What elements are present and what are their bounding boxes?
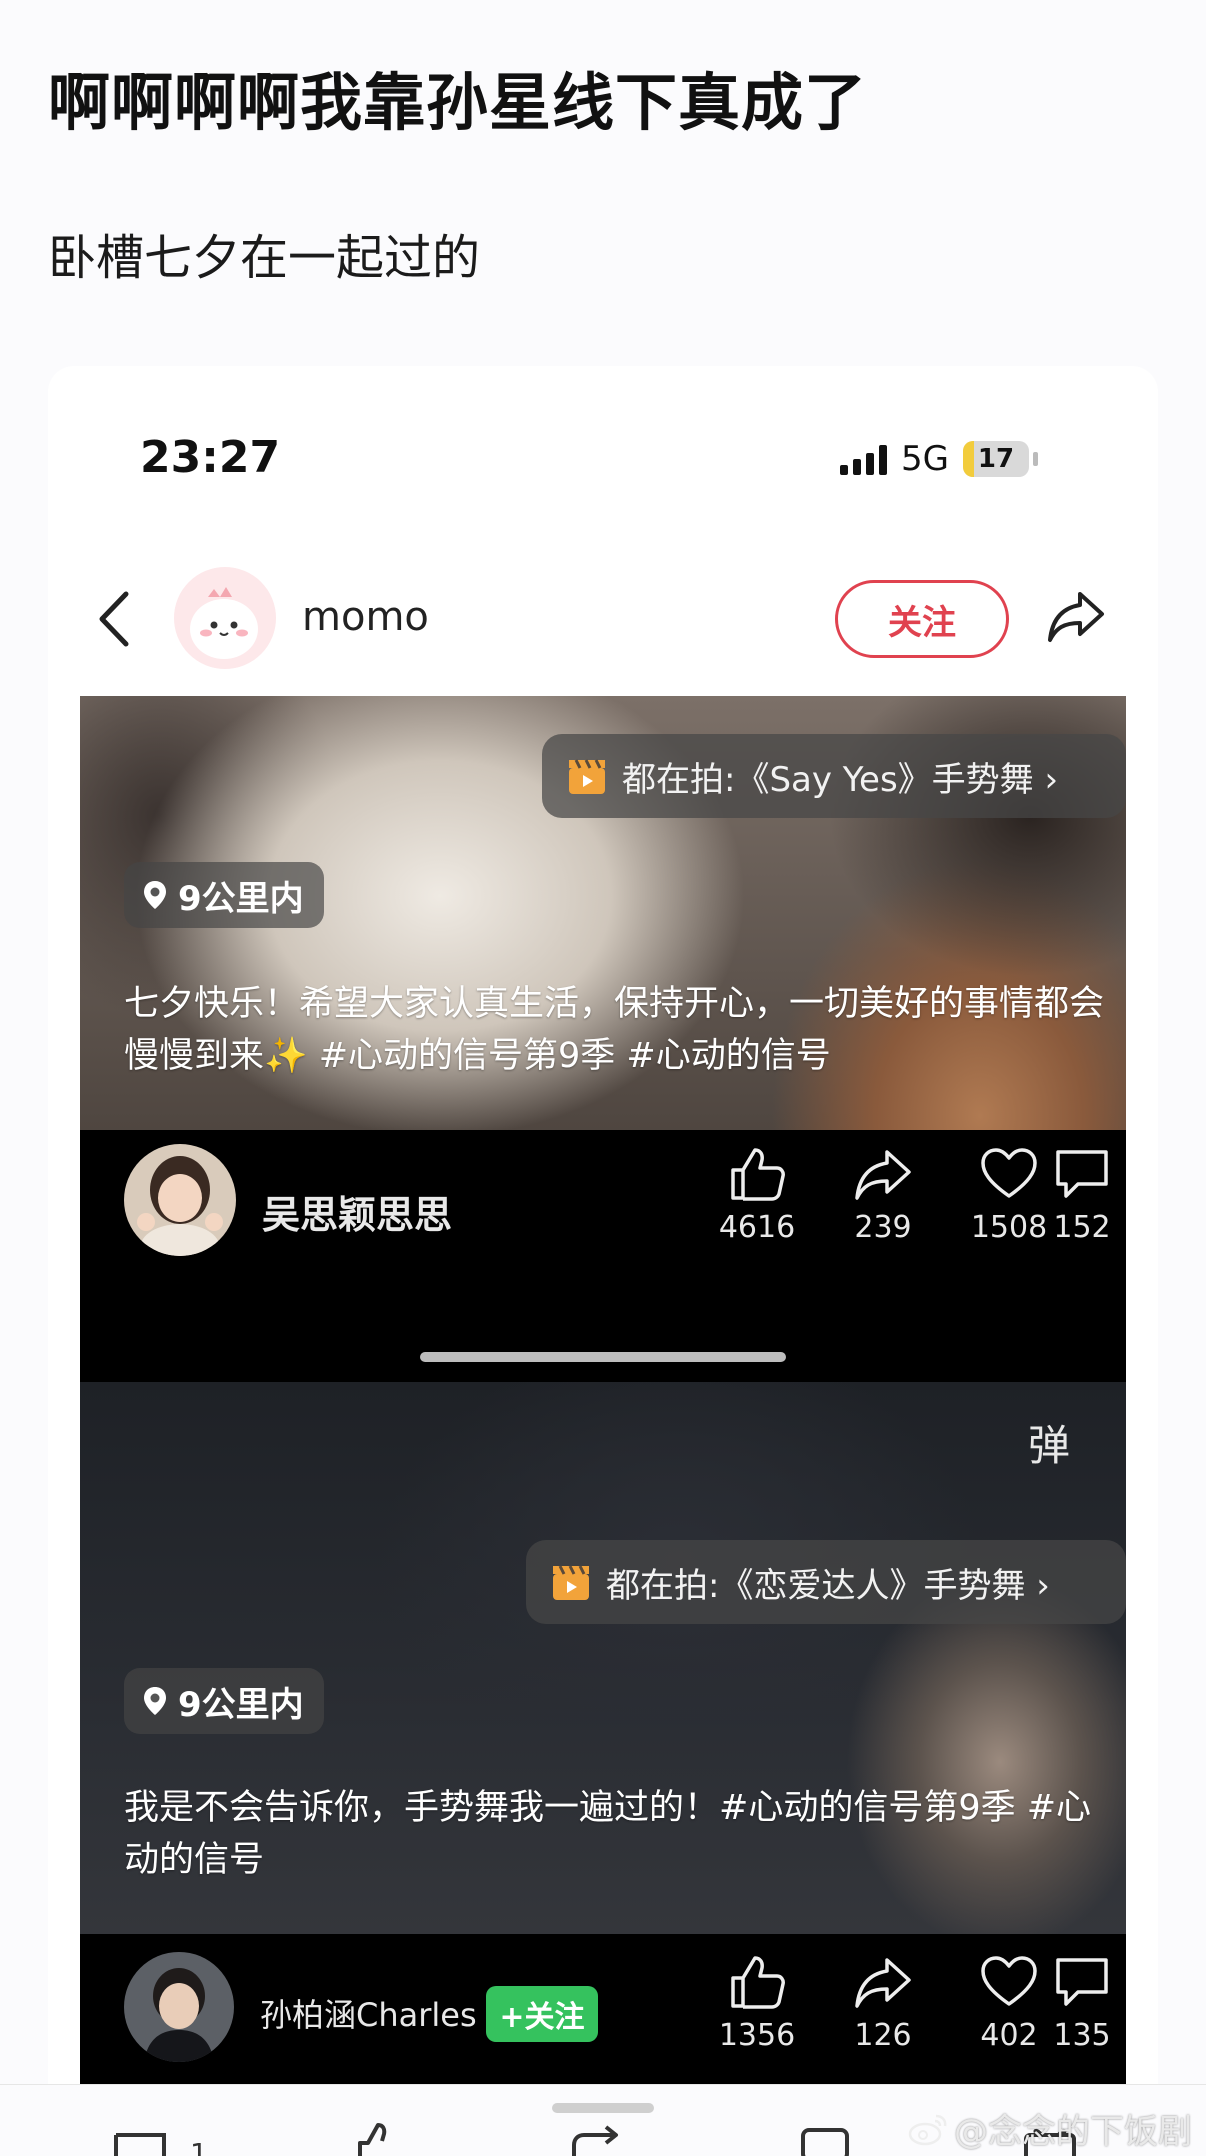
creator-name-2[interactable]: 孙柏涵Charles [260, 1990, 477, 2036]
battery-level: 17 [977, 444, 1015, 474]
like-count: 1356 [718, 2018, 796, 2053]
video-footer-2: 孙柏涵Charles +关注 1356 126 402 135 [80, 1934, 1126, 2084]
repost-icon [855, 1958, 911, 2008]
clapper-icon [569, 759, 605, 794]
video-caption-1: 七夕快乐！希望大家认真生活，保持开心，一切美好的事情都会慢慢到来✨ #心动的信号… [124, 984, 1105, 1076]
back-icon[interactable] [92, 586, 142, 652]
heart-icon [981, 1148, 1037, 1198]
status-bar-right: 5G 17 [840, 436, 1038, 482]
video-footer-1: 吴思颖思思 4616 239 1508 152 [80, 1130, 1126, 1382]
username[interactable]: momo [302, 594, 429, 640]
video-1[interactable]: 都在拍:《Say Yes》手势舞 › 9公里内 七夕快乐！希望大家认真生活，保持… [80, 696, 1126, 1130]
watermark-text: @念念的下饭剧 [954, 2112, 1192, 2152]
creator-avatar-1[interactable] [124, 1144, 236, 1256]
heart-icon [981, 1956, 1037, 2006]
comment-count: 152 [1053, 1210, 1111, 1245]
comment-icon [1056, 1958, 1108, 2006]
repost-icon [855, 1150, 911, 1200]
post-body: 卧槽七夕在一起过的 [48, 230, 481, 286]
like-count: 4616 [718, 1210, 796, 1245]
effect-chip-1[interactable]: 都在拍:《Say Yes》手势舞 › [542, 734, 1126, 818]
like-icon [731, 1956, 785, 2009]
danmaku-toggle[interactable]: 弹 [1028, 1412, 1070, 1473]
repost-button-1[interactable]: 239 [828, 1144, 938, 1245]
like-icon[interactable] [350, 2123, 406, 2156]
location-pin-icon [144, 881, 166, 909]
repost-icon[interactable] [568, 2125, 628, 2156]
comment-count-bottom: 1 [190, 2137, 208, 2156]
post-title: 啊啊啊啊我靠孙星线下真成了 [48, 66, 868, 139]
like-button-1[interactable]: 4616 [702, 1144, 812, 1245]
creator-name-1[interactable]: 吴思颖思思 [262, 1184, 452, 1239]
repost-count: 126 [854, 2018, 912, 2053]
comment-icon[interactable] [112, 2131, 168, 2156]
video-2[interactable]: 弹 都在拍:《恋爱达人》手势舞 › 9公里内 我是不会告诉你，手势舞我一遍过的！… [80, 1382, 1126, 1934]
like-button-2[interactable]: 1356 [702, 1952, 812, 2053]
signal-icon [840, 443, 887, 475]
share-icon[interactable] [1044, 584, 1108, 648]
location-chip-1[interactable]: 9公里内 [124, 862, 324, 928]
network-label: 5G [901, 439, 949, 479]
location-pin-icon [144, 1687, 166, 1715]
weibo-icon [908, 2114, 947, 2145]
location-label: 9公里内 [178, 878, 304, 919]
bottom-handle [552, 2103, 654, 2113]
watermark: @念念的下饭剧 [908, 2104, 1192, 2153]
like-icon [731, 1148, 785, 1201]
repost-count: 239 [854, 1210, 912, 1245]
comment-button-2[interactable]: 135 [1034, 1952, 1130, 2053]
favorite-icon[interactable] [800, 2127, 850, 2156]
location-label: 9公里内 [178, 1684, 304, 1725]
repost-button-2[interactable]: 126 [828, 1952, 938, 2053]
location-chip-2[interactable]: 9公里内 [124, 1668, 324, 1734]
effect-chip-label: 都在拍:《Say Yes》手势舞 › [622, 759, 1059, 800]
battery-icon: 17 [962, 441, 1029, 477]
comment-icon [1056, 1150, 1108, 1198]
clapper-icon [553, 1565, 589, 1600]
follow-button[interactable]: 关注 [835, 580, 1009, 658]
creator-avatar-2[interactable] [124, 1952, 234, 2062]
follow-button-2[interactable]: +关注 [486, 1986, 598, 2042]
effect-chip-label: 都在拍:《恋爱达人》手势舞 › [606, 1565, 1050, 1606]
status-time: 23:27 [140, 432, 281, 483]
comment-button-1[interactable]: 152 [1034, 1144, 1130, 1245]
comment-count: 135 [1053, 2018, 1111, 2053]
video-caption-2: 我是不会告诉你，手势舞我一遍过的！#心动的信号第9季 #心动的信号 [124, 1788, 1092, 1880]
avatar[interactable] [174, 567, 276, 669]
home-indicator [420, 1352, 786, 1362]
effect-chip-2[interactable]: 都在拍:《恋爱达人》手势舞 › [526, 1540, 1126, 1624]
